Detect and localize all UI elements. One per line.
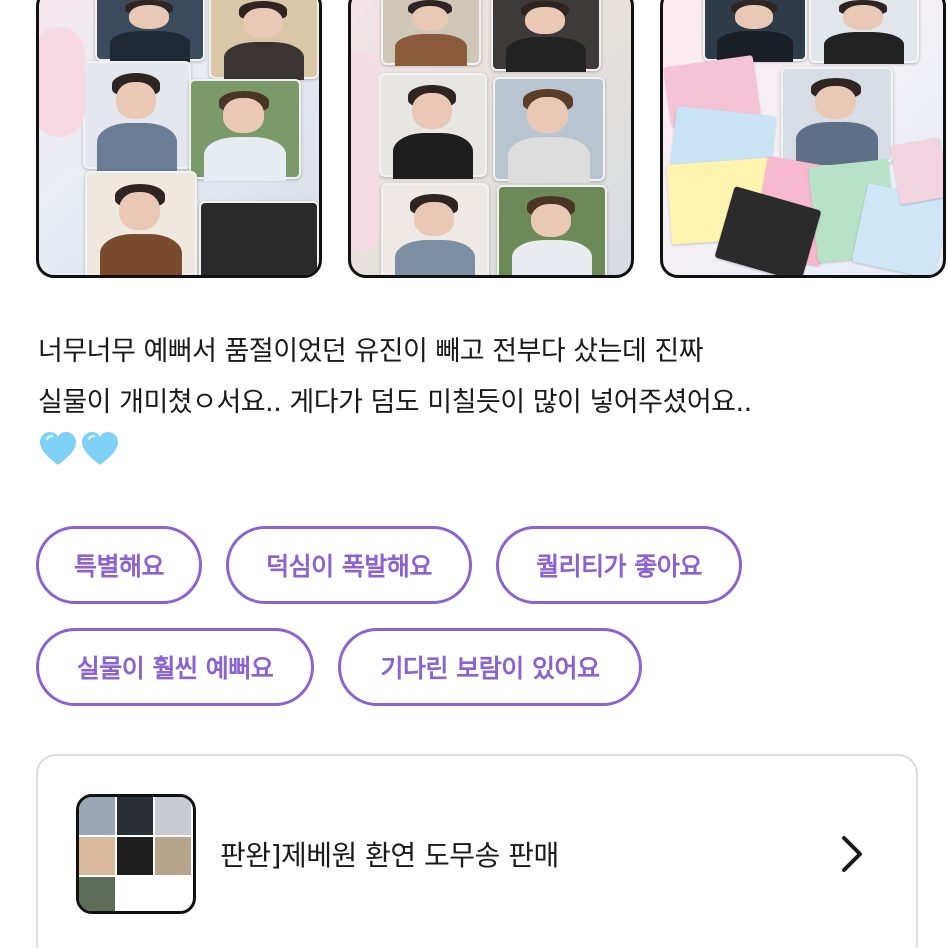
photocard [809, 0, 919, 64]
tag-chip-quality[interactable]: 퀄리티가 좋아요 [496, 526, 742, 604]
tag-label: 퀄리티가 좋아요 [536, 552, 702, 581]
photocard [497, 185, 607, 275]
tag-label: 특별해요 [73, 552, 165, 581]
photocard [379, 73, 487, 179]
photocard [85, 171, 197, 275]
tag-label: 기다린 보람이 있어요 [380, 654, 600, 683]
review-photo-3[interactable] [660, 0, 946, 278]
photo-strip [0, 0, 948, 282]
tag-chip-special[interactable]: 특별해요 [36, 526, 202, 604]
photocard [95, 0, 205, 62]
product-link-card[interactable]: 판완]제베원 환연 도무송 판매 [36, 754, 918, 948]
emoji-row [38, 430, 120, 470]
photocard [493, 77, 605, 183]
product-thumbnail [76, 794, 196, 914]
photocard [83, 61, 191, 172]
review-photo-1[interactable] [36, 0, 322, 278]
photocard [781, 67, 893, 165]
photocard [491, 0, 601, 73]
product-title: 판완]제베원 환연 도무송 판매 [220, 839, 559, 872]
photocard [199, 201, 319, 275]
chevron-right-icon[interactable] [838, 834, 866, 874]
photocard [209, 0, 319, 81]
tag-label: 덕심이 폭발해요 [266, 552, 432, 581]
tag-chip-fan-heart[interactable]: 덕심이 폭발해요 [226, 526, 472, 604]
tag-chip-prettier-in-person[interactable]: 실물이 훨씬 예뻐요 [36, 628, 314, 706]
tag-label: 실물이 훨씬 예뻐요 [76, 654, 274, 683]
photocard [381, 183, 489, 275]
tag-chip-worth-waiting[interactable]: 기다린 보람이 있어요 [338, 628, 642, 706]
photocard [189, 79, 301, 181]
light-blue-heart-icon [40, 432, 76, 465]
review-text: 너무너무 예뻐서 품절이었던 유진이 빼고 전부다 샀는데 진짜 실물이 개미쳤… [38, 336, 752, 418]
photocard [703, 0, 807, 62]
review-photo-2[interactable] [348, 0, 634, 278]
photocard [381, 0, 481, 66]
light-blue-heart-icon [82, 432, 118, 465]
